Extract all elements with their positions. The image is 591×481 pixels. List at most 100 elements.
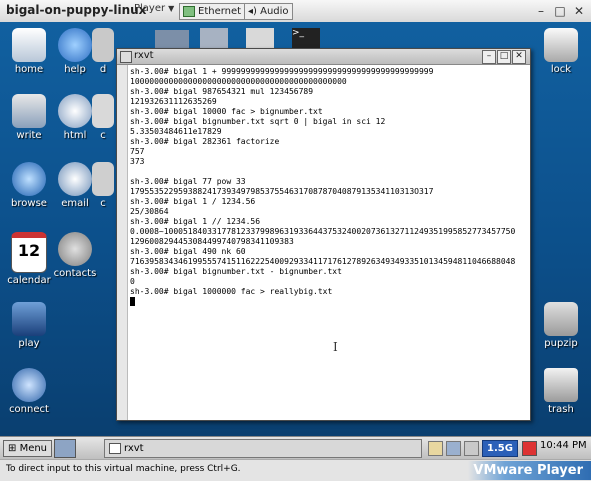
audio-label: Audio [260,6,289,17]
chat-icon [92,162,114,196]
terminal-line: sh-3.00# bigal 1 / 1234.56 [130,197,256,206]
desktop: home help d write html c browse email c … [0,22,591,436]
desktop-icon-label: c [100,198,106,209]
audio-device[interactable]: ◂) Audio [244,3,293,20]
close-button[interactable]: ✕ [572,4,586,18]
terminal-icon [109,442,121,454]
clipboard-icon[interactable] [428,441,443,456]
terminal-output[interactable]: sh-3.00# bigal 1 + 999999999999999999999… [117,65,530,420]
terminal-icon [120,51,132,63]
network-icon [183,5,195,17]
terminal-line: sh-3.00# bigal 77 pow 33 [130,177,246,186]
terminal-line: sh-3.00# bigal 10000 fac > bignumber.txt [130,107,323,116]
menu-button[interactable]: ⊞ Menu [3,440,53,457]
taskbar-item-rxvt[interactable]: rxvt [104,439,422,458]
contacts-icon [58,232,92,266]
browse-icon [12,162,46,196]
ethernet-label: Ethernet [198,6,242,17]
desktop-icon-label: contacts [53,268,97,279]
desktop-icon-lock[interactable]: lock [533,28,589,75]
terminal-close-button[interactable]: ✕ [512,50,526,64]
desktop-icon-label: d [99,64,107,75]
player-menu-label: Player [134,3,166,14]
clock: 10:44 PM [540,440,587,451]
terminal-line: 373 [130,157,145,166]
text-cursor-icon: I [333,340,338,354]
ethernet-device[interactable]: Ethernet [179,3,246,20]
show-desktop-button[interactable] [54,439,76,458]
maximize-button[interactable]: □ [553,4,567,18]
terminal-minimize-button[interactable]: – [482,50,496,64]
desktop-icon-label: lock [550,64,572,75]
menu-icon: ⊞ [8,443,20,454]
desktop-icon-contacts[interactable]: contacts [47,232,103,279]
vm-status-bar: To direct input to this virtual machine,… [0,459,591,481]
terminal-line: 1795535229593882417393497985375546317087… [130,187,434,196]
desktop-icon-trash[interactable]: trash [533,368,589,415]
terminal-line: 757 [130,147,145,156]
taskbar: ⊞ Menu rxvt 1.5G 10:44 PM [0,436,591,459]
terminal-title-bar[interactable]: rxvt – □ ✕ [117,49,530,65]
help-icon [58,28,92,62]
terminal-window[interactable]: rxvt – □ ✕ sh-3.00# bigal 1 + 9999999999… [116,48,531,421]
play-icon [12,302,46,336]
terminal-line: 0.0008~100051840331778123379989631933644… [130,227,516,236]
status-message: To direct input to this virtual machine,… [6,464,241,474]
home-icon [12,28,46,62]
terminal-line: sh-3.00# bigal 282361 factorize [130,137,280,146]
html-icon [58,94,92,128]
network-tray-icon[interactable] [446,441,461,456]
terminal-line: 1296008294453084499740798341109383 [130,237,294,246]
menu-label: Menu [19,443,48,454]
pupzip-icon [544,302,578,336]
email-icon [58,162,92,196]
terminal-line: 25/30864 [130,207,169,216]
calendar-icon: 12 [11,232,47,273]
speaker-icon: ◂) [248,6,257,17]
desktop-icon-play[interactable]: play [1,302,57,349]
chevron-down-icon: ▼ [168,4,175,13]
terminal-line: 5.33503484611e17829 [130,127,222,136]
lock-icon [544,28,578,62]
vm-title-bar: bigal-on-puppy-linux Player ▼ Ethernet ◂)… [0,0,591,23]
terminal-line: sh-3.00# bigal 1 + 999999999999999999999… [130,67,434,76]
tools-icon[interactable] [200,28,228,48]
terminal-line: sh-3.00# bigal bignumber.txt sqrt 0 | bi… [130,117,386,126]
memory-indicator: 1.5G [482,440,518,457]
terminal-cursor [130,297,135,306]
terminal-line: sh-3.00# bigal bignumber.txt - bignumber… [130,267,342,276]
terminal-lines: sh-3.00# bigal 1 + 999999999999999999999… [130,67,528,297]
terminal-line: 0 [130,277,135,286]
vmware-logo: VMware Player [468,461,591,480]
desktop-icon-pupzip[interactable]: pupzip [533,302,589,349]
write-icon [12,94,46,128]
drive-icon [92,28,114,62]
trash-icon [544,368,578,402]
terminal-line: 121932631112635269 [130,97,217,106]
desktop-icon-calc[interactable]: c [88,94,118,141]
desktop-icon-label: trash [548,404,574,415]
desktop-icon-label: pupzip [544,338,578,349]
volume-icon[interactable] [464,441,479,456]
terminal-line: sh-3.00# bigal 987654321 mul 123456789 [130,87,314,96]
player-menu[interactable]: Player ▼ [134,3,174,14]
desktop-icon-drive[interactable]: d [88,28,118,75]
desktop-icon-connect[interactable]: connect [1,368,57,415]
drawer-icon[interactable] [155,30,189,48]
taskbar-item-label: rxvt [124,443,144,454]
calc-icon [92,94,114,128]
terminal-line: 7163958343461995557415116222540092933411… [130,257,516,266]
console-icon[interactable]: >_ [292,28,320,48]
connect-icon [12,368,46,402]
pen-icon[interactable] [246,28,274,48]
terminal-line: sh-3.00# bigal 490 nk 60 [130,247,246,256]
alert-icon[interactable] [522,441,537,456]
terminal-line: sh-3.00# bigal 1000000 fac > reallybig.t… [130,287,333,296]
terminal-title: rxvt [134,50,154,61]
minimize-button[interactable]: – [534,4,548,18]
terminal-line: sh-3.00# bigal 1 // 1234.56 [130,217,261,226]
terminal-maximize-button[interactable]: □ [497,50,511,64]
brand-label: VMware Player [473,463,583,478]
desktop-icon-chat[interactable]: c [88,162,118,209]
